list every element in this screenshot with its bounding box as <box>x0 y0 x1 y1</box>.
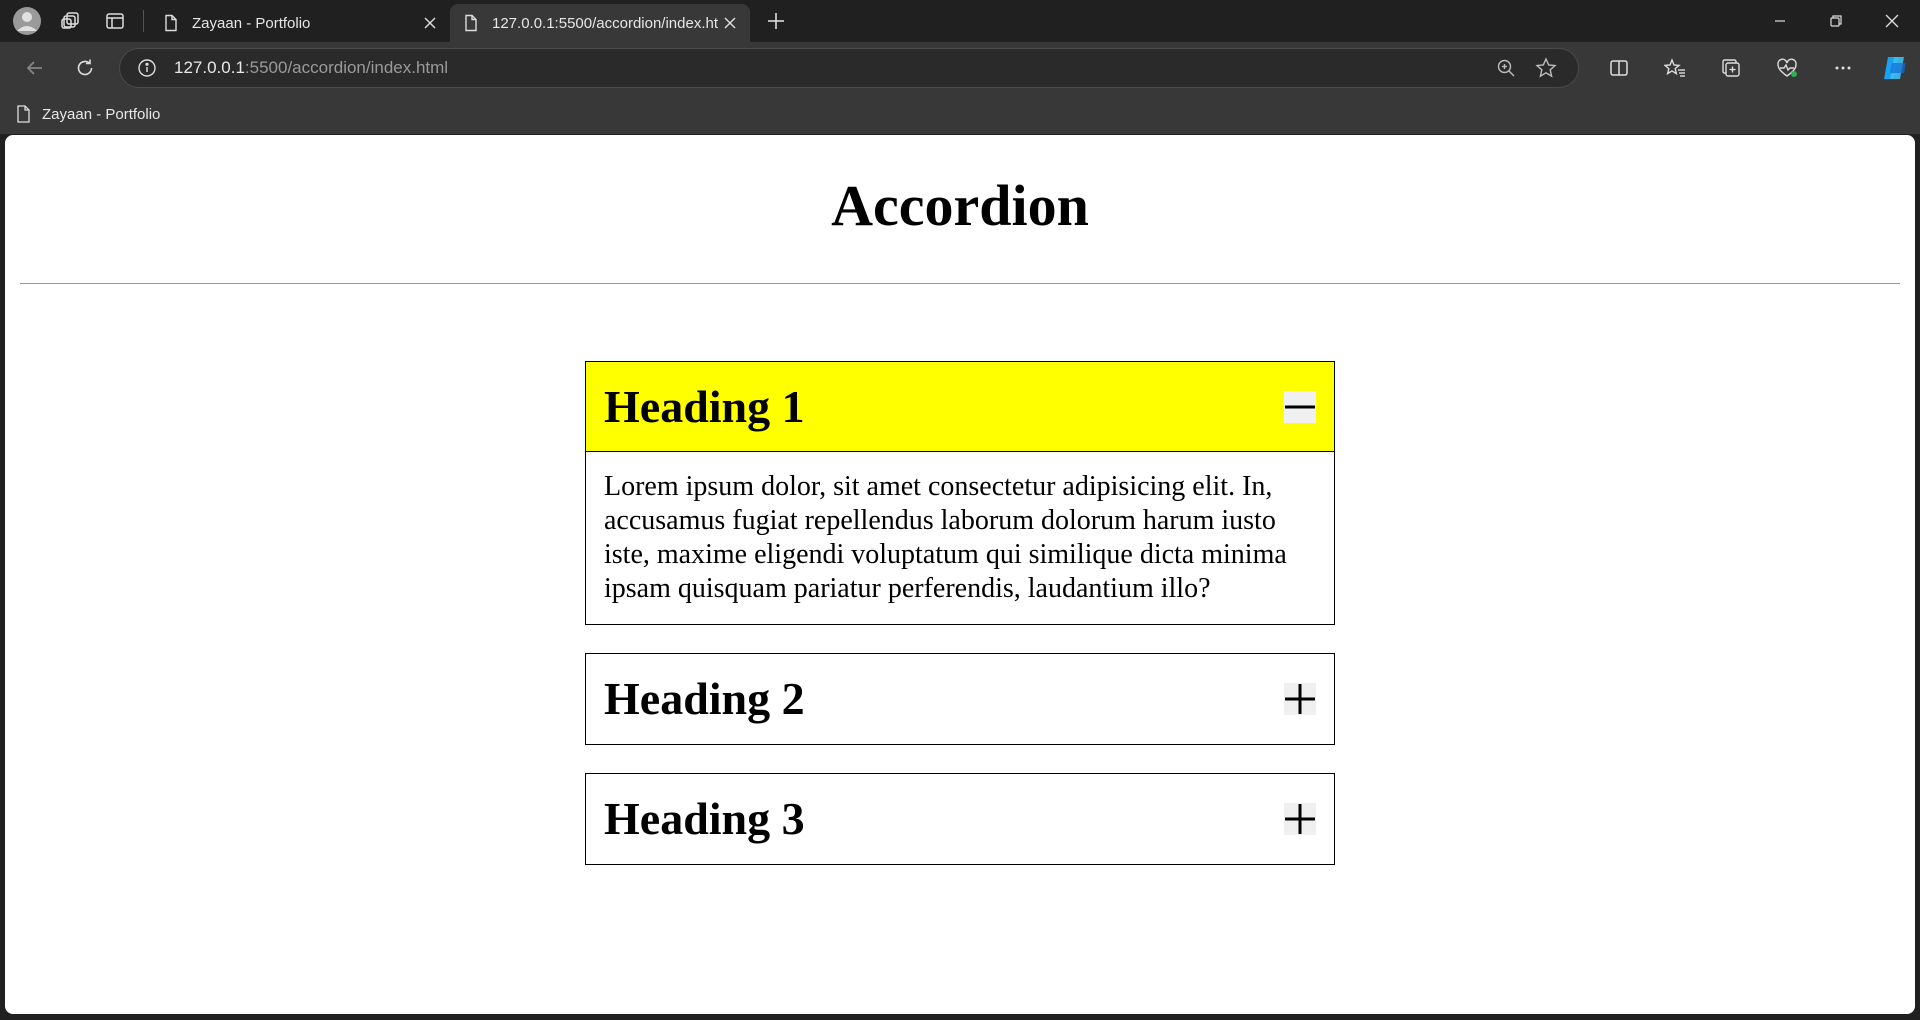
page-icon <box>17 105 30 123</box>
accordion-content-1: Lorem ipsum dolor, sit amet consectetur … <box>604 471 1287 604</box>
favorite-portfolio[interactable]: Zayaan - Portfolio <box>16 105 160 123</box>
reload-icon[interactable] <box>65 48 105 88</box>
page-viewport: Accordion Heading 1 Lorem ipsum dolor, s… <box>5 135 1915 1014</box>
favorites-bar: Zayaan - Portfolio <box>0 94 1920 134</box>
close-icon[interactable] <box>420 13 440 33</box>
accordion-header-1[interactable]: Heading 1 <box>586 362 1334 452</box>
accordion-header-3[interactable]: Heading 3 <box>586 774 1334 864</box>
new-tab-button[interactable] <box>758 3 794 39</box>
page-icon <box>165 14 177 32</box>
favorite-star-icon[interactable] <box>1526 52 1566 84</box>
browser-toolbar: 127.0.0.1:5500/accordion/index.html <box>0 42 1920 94</box>
toolbar-actions <box>1591 48 1871 88</box>
tab-portfolio[interactable]: Zayaan - Portfolio <box>150 4 450 42</box>
minimize-icon[interactable] <box>1752 0 1808 42</box>
plus-icon[interactable] <box>1284 683 1316 715</box>
copilot-icon[interactable] <box>1875 48 1915 88</box>
page-icon <box>465 14 477 32</box>
tab-strip: Zayaan - Portfolio 127.0.0.1:5500/accord… <box>0 0 1920 42</box>
url-host: 127.0.0.1 <box>174 58 245 77</box>
close-icon[interactable] <box>720 13 740 33</box>
workspaces-icon[interactable] <box>53 3 89 39</box>
tab-accordion[interactable]: 127.0.0.1:5500/accordion/index.ht <box>450 4 750 42</box>
divider <box>20 283 1900 284</box>
tab-title: 127.0.0.1:5500/accordion/index.ht <box>492 14 719 32</box>
tab-separator <box>143 10 144 32</box>
close-window-icon[interactable] <box>1864 0 1920 42</box>
collections-icon[interactable] <box>1703 48 1759 88</box>
address-url[interactable]: 127.0.0.1:5500/accordion/index.html <box>174 58 1486 78</box>
url-path: :5500/accordion/index.html <box>244 58 449 77</box>
accordion-heading: Heading 2 <box>604 673 805 724</box>
vertical-tabs-icon[interactable] <box>97 3 133 39</box>
split-screen-icon[interactable] <box>1591 48 1647 88</box>
back-arrow-icon[interactable] <box>15 48 55 88</box>
accordion-item-2: Heading 2 <box>585 653 1335 745</box>
restore-icon[interactable] <box>1808 0 1864 42</box>
accordion-heading: Heading 3 <box>604 793 805 844</box>
browser-essentials-icon[interactable] <box>1759 48 1815 88</box>
plus-icon[interactable] <box>1284 803 1316 835</box>
minus-icon[interactable] <box>1284 390 1316 423</box>
accordion-item-3: Heading 3 <box>585 773 1335 865</box>
site-info-icon[interactable] <box>136 57 158 79</box>
window-controls <box>1752 0 1920 42</box>
more-options-icon[interactable] <box>1815 48 1871 88</box>
zoom-icon[interactable] <box>1486 52 1526 84</box>
profile-avatar-icon[interactable] <box>9 3 45 39</box>
address-bar[interactable]: 127.0.0.1:5500/accordion/index.html <box>119 48 1579 88</box>
favorite-label: Zayaan - Portfolio <box>42 105 161 123</box>
accordion: Heading 1 Lorem ipsum dolor, sit amet co… <box>585 361 1335 893</box>
tab-title: Zayaan - Portfolio <box>192 14 311 32</box>
accordion-heading: Heading 1 <box>604 380 805 432</box>
page-title: Accordion <box>831 173 1089 238</box>
accordion-item-1: Heading 1 Lorem ipsum dolor, sit amet co… <box>585 361 1335 625</box>
accordion-header-2[interactable]: Heading 2 <box>586 654 1334 744</box>
favorites-icon[interactable] <box>1647 48 1703 88</box>
